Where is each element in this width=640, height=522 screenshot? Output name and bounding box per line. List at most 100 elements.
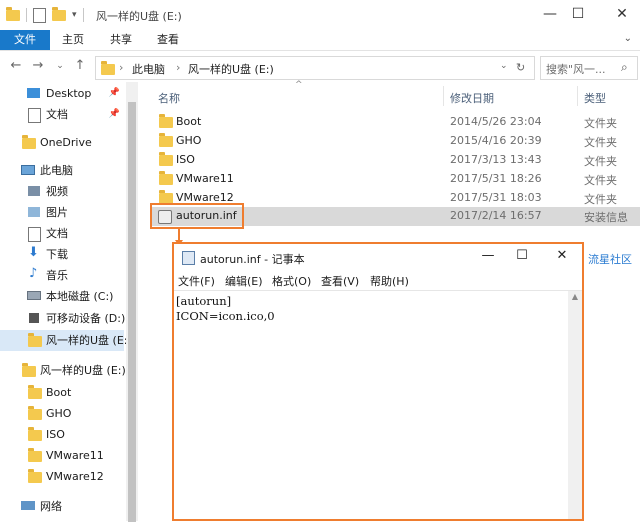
up-icon[interactable]: ↑ xyxy=(72,58,88,74)
sidebar-item-label: 文档 xyxy=(46,227,68,240)
address-dropdown-icon[interactable]: ⌄ xyxy=(500,61,508,71)
sort-ascending-icon: ^ xyxy=(295,80,303,90)
sidebar-item-documents[interactable]: 文档 xyxy=(0,223,124,244)
file-date: 2017/2/14 16:57 xyxy=(450,209,542,222)
tab-file[interactable]: 文件 xyxy=(0,30,50,50)
sidebar-item-onedrive[interactable]: OneDrive xyxy=(0,132,124,153)
file-row-iso[interactable]: ISO 2017/3/13 13:43 文件夹 xyxy=(150,151,640,170)
picture-icon xyxy=(28,207,40,217)
column-header-date[interactable]: 修改日期 xyxy=(450,90,494,106)
column-header-name[interactable]: 名称 xyxy=(158,90,180,106)
sidebar-item-usb-e-selected[interactable]: 风一样的U盘 (E: xyxy=(0,330,128,351)
expand-ribbon-icon[interactable]: ⌄ xyxy=(624,33,632,44)
menu-file[interactable]: 文件(F) xyxy=(178,273,215,289)
file-date: 2015/4/16 20:39 xyxy=(450,134,542,147)
refresh-icon[interactable]: ↻ xyxy=(516,61,525,74)
file-type: 文件夹 xyxy=(584,117,617,130)
sidebar-item-usb-e[interactable]: 风一样的U盘 (E:) xyxy=(0,360,126,381)
sidebar-item-desktop[interactable]: Desktop 📌 xyxy=(0,83,124,104)
menu-format[interactable]: 格式(O) xyxy=(272,273,311,289)
network-icon xyxy=(21,501,35,510)
breadcrumb-drive[interactable]: 风一样的U盘 (E:) xyxy=(188,61,274,77)
forward-icon[interactable]: → xyxy=(30,58,46,74)
sidebar-item-label: ISO xyxy=(46,428,65,441)
folder-icon xyxy=(28,469,42,483)
sidebar-item-local-disk-c[interactable]: 本地磁盘 (C:) xyxy=(0,286,124,307)
usb-drive-icon xyxy=(28,333,42,347)
search-icon[interactable]: ⌕ xyxy=(621,60,628,75)
notepad-title-bar: autorun.inf - 记事本 — ☐ ✕ xyxy=(174,244,582,270)
notepad-close-button[interactable]: ✕ xyxy=(546,244,578,270)
navigation-pane: Desktop 📌 文档 📌 OneDrive 此电脑 视频 图片 文档 ⬇ 下… xyxy=(0,82,140,522)
notepad-text-area[interactable]: [autorun] ICON=icon.ico,0 xyxy=(174,291,567,519)
menu-help[interactable]: 帮助(H) xyxy=(370,273,409,289)
file-row-vmware11[interactable]: VMware11 2017/5/31 18:26 文件夹 xyxy=(150,170,640,189)
search-input[interactable]: 搜索"风一... xyxy=(546,61,606,77)
sidebar-item-iso[interactable]: ISO xyxy=(0,424,124,445)
sidebar-item-removable-d[interactable]: 可移动设备 (D:) xyxy=(0,308,125,329)
notepad-icon xyxy=(182,251,195,265)
recent-locations-icon[interactable]: ⌄ xyxy=(52,58,68,74)
file-date: 2014/5/26 23:04 xyxy=(450,115,542,128)
folder-icon xyxy=(159,152,173,166)
breadcrumb-chevron-icon[interactable]: › xyxy=(119,61,123,74)
document-icon xyxy=(28,227,41,242)
column-divider[interactable] xyxy=(443,86,444,106)
sidebar-item-label: VMware11 xyxy=(46,449,104,462)
sidebar-item-pictures[interactable]: 图片 xyxy=(0,202,124,223)
notepad-maximize-button[interactable]: ☐ xyxy=(506,244,538,270)
sidebar-item-documents-pinned[interactable]: 文档 📌 xyxy=(0,104,124,125)
sidebar-item-label: 视频 xyxy=(46,185,68,198)
folder-icon xyxy=(28,427,42,441)
file-type: 安装信息 xyxy=(584,211,628,224)
sidebar-item-downloads[interactable]: ⬇ 下载 xyxy=(0,244,124,265)
column-divider[interactable] xyxy=(577,86,578,106)
column-headers: ^ 名称 修改日期 类型 xyxy=(150,80,640,106)
close-button[interactable]: ✕ xyxy=(604,0,640,30)
sidebar-item-label: 此电脑 xyxy=(40,164,73,177)
scroll-up-arrow-icon[interactable]: ▲ xyxy=(568,292,582,304)
menu-edit[interactable]: 编辑(E) xyxy=(225,273,263,289)
quick-access-toolbar: ▾ xyxy=(6,6,84,23)
address-bar[interactable]: › 此电脑 › 风一样的U盘 (E:) ⌄ ↻ xyxy=(95,56,535,80)
sidebar-item-network[interactable]: 网络 xyxy=(0,496,124,517)
tab-home[interactable]: 主页 xyxy=(50,30,96,50)
sidebar-item-boot[interactable]: Boot xyxy=(0,382,124,403)
document-icon xyxy=(28,108,41,123)
sidebar-item-videos[interactable]: 视频 xyxy=(0,181,124,202)
file-row-gho[interactable]: GHO 2015/4/16 20:39 文件夹 xyxy=(150,132,640,151)
nav-scrollbar-thumb[interactable] xyxy=(128,102,136,522)
file-type: 文件夹 xyxy=(584,174,617,187)
customize-toolbar-icon[interactable]: ▾ xyxy=(72,10,77,20)
sidebar-item-label: 风一样的U盘 (E:) xyxy=(40,364,126,377)
sidebar-item-vmware12[interactable]: VMware12 xyxy=(0,466,124,487)
breadcrumb-chevron-icon[interactable]: › xyxy=(176,61,180,74)
tab-view[interactable]: 查看 xyxy=(145,30,191,50)
back-icon[interactable]: ← xyxy=(8,58,24,74)
ribbon-tabs: 文件 主页 共享 查看 ⌄ xyxy=(0,30,640,51)
sidebar-item-this-pc[interactable]: 此电脑 xyxy=(0,160,124,181)
computer-icon xyxy=(21,165,35,175)
file-type: 文件夹 xyxy=(584,136,617,149)
menu-view[interactable]: 查看(V) xyxy=(321,273,359,289)
file-row-boot[interactable]: Boot 2014/5/26 23:04 文件夹 xyxy=(150,113,640,132)
sidebar-item-vmware11[interactable]: VMware11 xyxy=(0,445,124,466)
properties-icon[interactable] xyxy=(33,7,46,23)
search-box[interactable]: 搜索"风一... ⌕ xyxy=(540,56,638,80)
sidebar-item-gho[interactable]: GHO xyxy=(0,403,124,424)
pin-icon[interactable]: 📌 xyxy=(109,83,120,104)
new-folder-icon[interactable] xyxy=(52,6,66,21)
notepad-vertical-scrollbar[interactable] xyxy=(568,291,582,519)
desktop-icon xyxy=(27,88,40,98)
separator xyxy=(26,8,27,22)
pin-icon[interactable]: 📌 xyxy=(109,104,120,125)
sidebar-item-music[interactable]: ♪ 音乐 xyxy=(0,265,124,286)
maximize-button[interactable]: ☐ xyxy=(560,0,596,30)
column-header-type[interactable]: 类型 xyxy=(584,90,606,106)
breadcrumb-this-pc[interactable]: 此电脑 xyxy=(132,61,165,77)
folder-icon xyxy=(28,385,42,399)
title-bar: ▾ 风一样的U盘 (E:) — ☐ ✕ xyxy=(0,0,640,30)
notepad-minimize-button[interactable]: — xyxy=(472,244,504,270)
file-name: VMware11 xyxy=(176,172,234,185)
tab-share[interactable]: 共享 xyxy=(98,30,144,50)
